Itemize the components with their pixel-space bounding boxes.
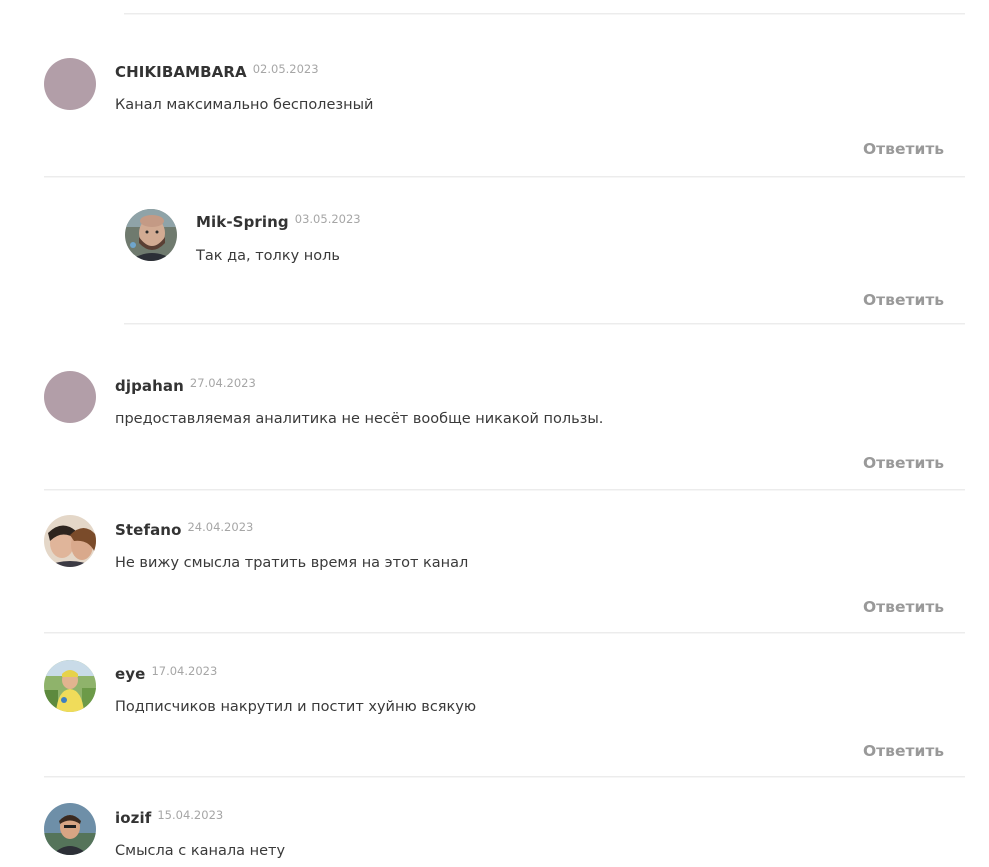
comment-author[interactable]: Stefano [115, 521, 181, 539]
comment-author[interactable]: eye [115, 665, 145, 683]
comment-text: Канал максимально бесполезный [115, 97, 374, 113]
comment-divider [44, 776, 965, 777]
comment-meta: Mik-Spring 03.05.2023 [196, 209, 361, 232]
comment-date: 03.05.2023 [294, 212, 361, 226]
comment-divider [44, 489, 965, 490]
comment-date: 02.05.2023 [252, 62, 319, 76]
comment-meta: eye 17.04.2023 [115, 661, 217, 684]
comment-divider [44, 632, 965, 633]
reply-button[interactable]: Ответить [863, 597, 944, 617]
comment-text: Так да, толку ноль [196, 248, 340, 264]
comment-date: 15.04.2023 [157, 808, 224, 822]
reply-button[interactable]: Ответить [863, 453, 944, 473]
avatar [44, 515, 96, 567]
comment-author[interactable]: iozif [115, 809, 151, 827]
user-photo-icon [44, 660, 96, 712]
comment-date: 27.04.2023 [189, 376, 256, 390]
comment-author[interactable]: Mik-Spring [196, 213, 289, 231]
user-photo-icon [44, 515, 96, 567]
avatar [44, 58, 96, 110]
comment-divider [124, 13, 965, 14]
comment-date: 17.04.2023 [151, 664, 218, 678]
comment-text: Смысла с канала нету [115, 843, 286, 859]
comment-text: Не вижу смысла тратить время на этот кан… [115, 555, 469, 571]
comment-date: 24.04.2023 [187, 520, 254, 534]
comment-author[interactable]: djpahan [115, 377, 184, 395]
reply-button[interactable]: Ответить [863, 741, 944, 761]
comment-text: предоставляемая аналитика не несёт вообщ… [115, 411, 604, 427]
user-photo-icon [44, 803, 96, 855]
avatar [44, 660, 96, 712]
comment-divider [44, 176, 965, 177]
comment-author[interactable]: CHIKIBAMBARA [115, 63, 247, 81]
avatar [44, 803, 96, 855]
avatar [44, 371, 96, 423]
comment-meta: iozif 15.04.2023 [115, 805, 223, 828]
user-photo-icon [125, 209, 177, 261]
reply-button[interactable]: Ответить [863, 139, 944, 159]
comment-meta: CHIKIBAMBARA 02.05.2023 [115, 59, 319, 82]
reply-button[interactable]: Ответить [863, 290, 944, 310]
avatar [125, 209, 177, 261]
comment-meta: djpahan 27.04.2023 [115, 373, 256, 396]
comment-text: Подписчиков накрутил и постит хуйню всяк… [115, 699, 477, 715]
comment-meta: Stefano 24.04.2023 [115, 517, 253, 540]
comment-divider [124, 323, 965, 324]
